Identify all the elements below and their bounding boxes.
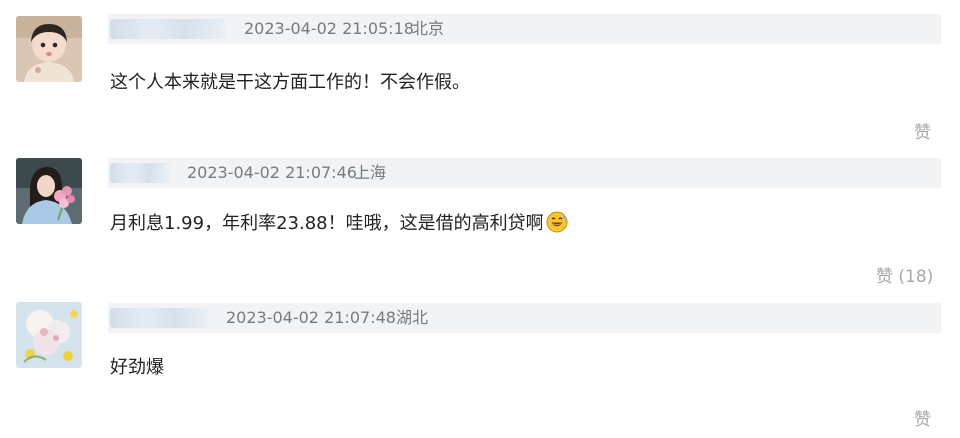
sweat-smile-emoji-icon <box>546 211 568 241</box>
like-count: (18) <box>898 267 934 287</box>
like-button[interactable]: 赞 <box>914 122 931 144</box>
like-label: 赞 <box>914 410 931 430</box>
comment-timestamp: 2023-04-02 21:07:46 <box>187 163 357 182</box>
comment-location: 湖北 <box>396 308 429 327</box>
like-label: 赞 <box>876 267 893 287</box>
comment-location: 上海 <box>354 163 387 182</box>
comment-text: 好劲爆 <box>110 357 164 378</box>
like-label: 赞 <box>914 123 931 143</box>
avatar[interactable] <box>16 302 82 368</box>
comment-timestamp: 2023-04-02 21:07:48 <box>226 308 396 327</box>
comment-text: 月利息1.99，年利率23.88！哇哦，这是借的高利贷啊 <box>110 211 568 241</box>
username-blurred[interactable] <box>110 163 170 183</box>
comment-meta-bar: 2023-04-02 21:05:18 北京 <box>108 14 941 44</box>
comment-text-content: 月利息1.99，年利率23.88！哇哦，这是借的高利贷啊 <box>110 213 544 234</box>
username-blurred[interactable] <box>110 308 208 328</box>
comment-meta-bar: 2023-04-02 21:07:46 上海 <box>108 158 941 188</box>
username-blurred[interactable] <box>110 19 226 39</box>
comment-text: 这个人本来就是干这方面工作的！不会作假。 <box>110 72 470 93</box>
comment-location: 北京 <box>412 19 445 38</box>
comment-timestamp: 2023-04-02 21:05:18 <box>244 19 414 38</box>
like-button[interactable]: 赞 <box>914 409 931 431</box>
avatar[interactable] <box>16 158 82 224</box>
like-button[interactable]: 赞 (18) <box>876 266 933 288</box>
comment-meta-bar: 2023-04-02 21:07:48 湖北 <box>108 303 941 333</box>
avatar[interactable] <box>16 16 82 82</box>
